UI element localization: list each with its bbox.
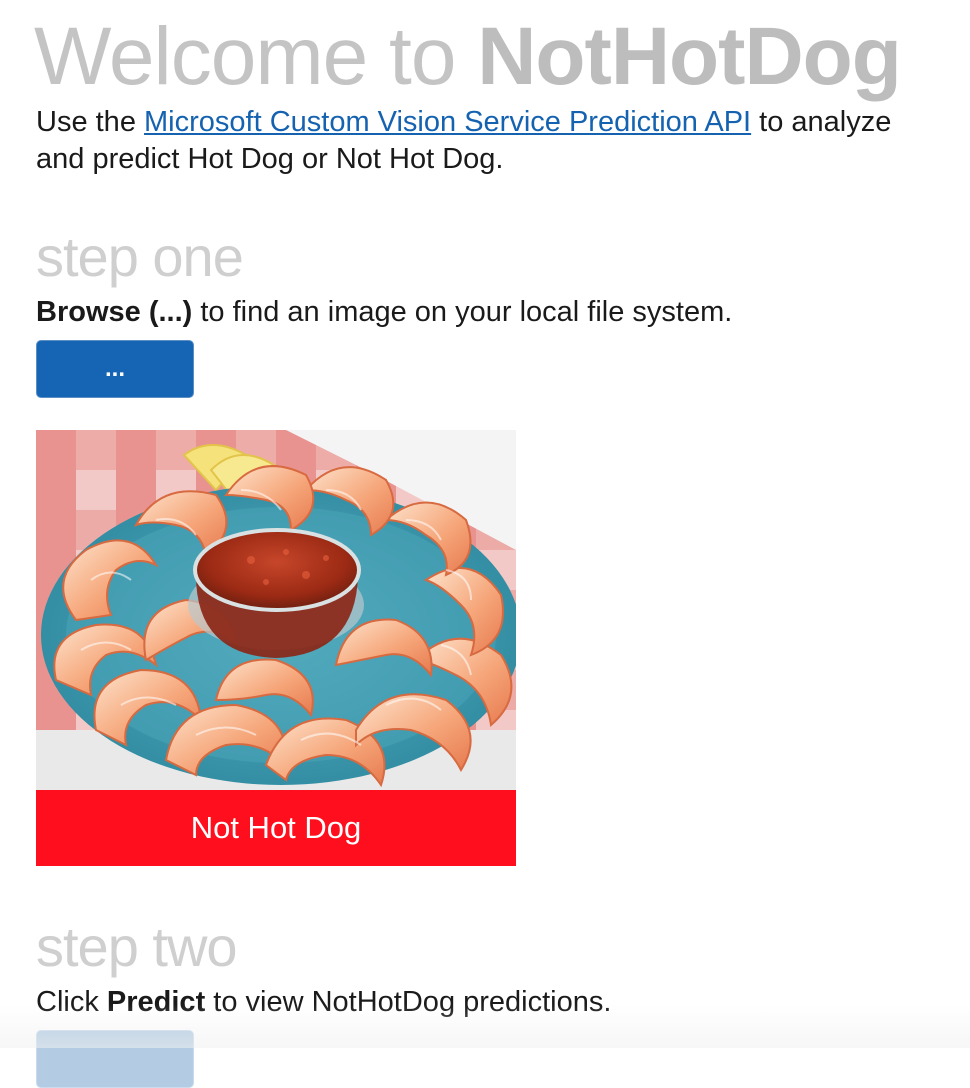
intro-text: Use the Microsoft Custom Vision Service … [36,104,936,178]
step-one-instruction-bold: Browse (...) [36,296,193,328]
page-title: Welcome to NotHotDog [34,11,902,102]
step-two-heading: step two [36,915,238,978]
custom-vision-api-link[interactable]: Microsoft Custom Vision Service Predicti… [144,106,751,138]
step-one-heading: step one [36,225,244,288]
browse-button[interactable]: ... [36,340,194,398]
title-prefix: Welcome to [34,11,456,102]
step-one-instruction-rest: to find an image on your local file syst… [200,296,733,328]
shrimp-cocktail-photo [36,430,516,790]
prediction-result-label: Not Hot Dog [190,810,362,845]
predict-button[interactable] [36,1030,194,1088]
step-one-instruction: Browse (...) to find an image on your lo… [36,294,732,330]
step-two-instruction-bold: Predict [106,986,206,1018]
browse-button-label: ... [104,355,125,382]
step-two-instruction-rest: to view NotHotDog predictions. [213,986,612,1018]
title-brand: NotHotDog [477,11,902,102]
step-two-instruction: Click Predict to view NotHotDog predicti… [36,984,611,1020]
prediction-result-banner: Not Hot Dog [36,790,516,866]
step-two-instruction-prefix: Click [36,986,99,1018]
uploaded-image-preview [36,430,516,790]
intro-text-before-link: Use the [36,106,136,138]
